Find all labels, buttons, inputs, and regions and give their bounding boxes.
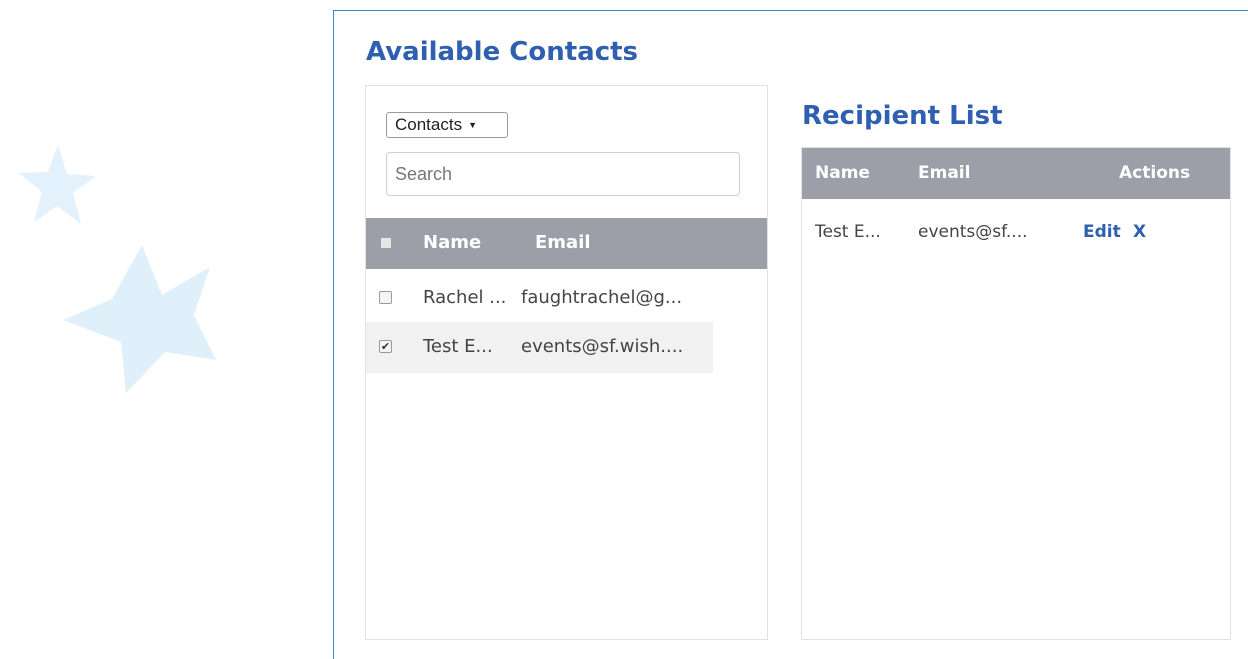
column-header-email: Email	[918, 163, 971, 183]
available-contacts-box: Contacts ▼ Name Email Rachel ... faughtr…	[365, 85, 768, 640]
caret-down-icon: ▼	[468, 120, 478, 130]
search-input[interactable]	[386, 152, 740, 196]
contact-name: Rachel ...	[423, 287, 507, 308]
column-header-name: Name	[815, 163, 870, 183]
contacts-filter-value: Contacts	[395, 115, 463, 134]
star-icon	[63, 245, 216, 393]
recipient-email: events@sf....	[918, 222, 1028, 242]
select-all-checkbox[interactable]	[381, 238, 391, 248]
table-row[interactable]: ✔ Test E... events@sf.wish....	[366, 322, 713, 373]
contacts-table-header: Name Email	[366, 218, 767, 269]
contacts-panel: Available Contacts Contacts ▼ Name Email…	[333, 10, 1248, 659]
available-contacts-title: Available Contacts	[366, 37, 639, 67]
recipient-list-title: Recipient List	[802, 101, 1003, 131]
recipient-table-header: Name Email Actions	[802, 148, 1230, 199]
contacts-filter-select[interactable]: Contacts ▼	[386, 112, 508, 138]
column-header-name: Name	[423, 232, 482, 253]
table-row: Test E... events@sf.... Edit X	[802, 222, 1230, 252]
star-icon	[19, 145, 96, 224]
contact-email: faughtrachel@g...	[521, 287, 683, 308]
recipient-name: Test E...	[815, 222, 881, 242]
column-header-email: Email	[535, 232, 591, 253]
column-header-actions: Actions	[1119, 163, 1191, 183]
contact-email: events@sf.wish....	[521, 336, 684, 357]
decorative-stars	[19, 145, 216, 393]
contact-name: Test E...	[423, 336, 493, 357]
recipient-list-box: Name Email Actions Test E... events@sf..…	[801, 147, 1231, 640]
edit-recipient-link[interactable]: Edit	[1083, 222, 1121, 242]
row-checkbox[interactable]	[379, 291, 392, 304]
remove-recipient-link[interactable]: X	[1133, 222, 1146, 242]
table-row[interactable]: Rachel ... faughtrachel@g...	[366, 273, 713, 324]
row-checkbox[interactable]: ✔	[379, 340, 392, 353]
